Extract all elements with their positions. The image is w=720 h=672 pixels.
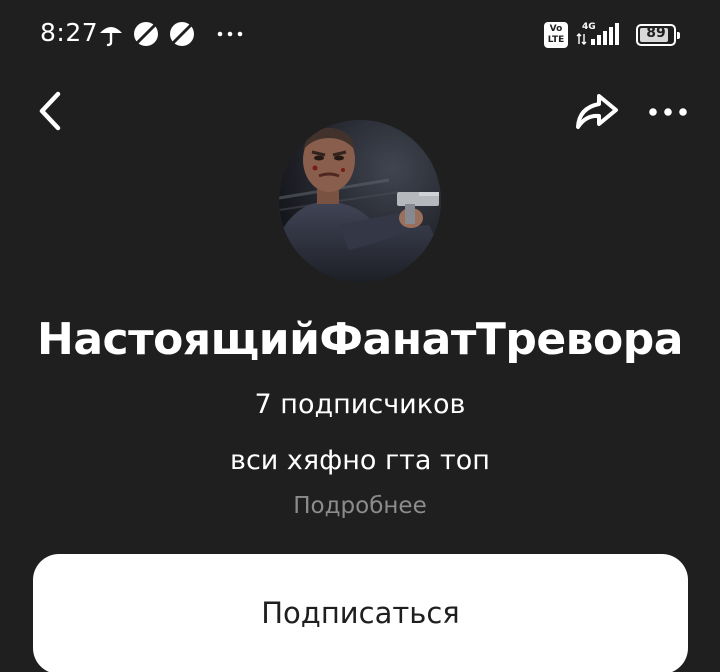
blocked-circle-icon bbox=[132, 20, 160, 48]
share-icon bbox=[576, 94, 618, 129]
share-button[interactable] bbox=[572, 86, 622, 136]
more-options-button[interactable] bbox=[644, 92, 694, 132]
chevron-left-icon bbox=[39, 91, 61, 131]
blocked-circle-icon bbox=[168, 20, 196, 48]
more-dots-icon bbox=[216, 29, 244, 39]
avatar bbox=[279, 120, 441, 282]
more-details-link[interactable]: Подробнее bbox=[0, 493, 720, 519]
volte-badge: Vo LTE bbox=[544, 22, 568, 48]
subscriber-count: 7 подписчиков bbox=[254, 389, 466, 420]
umbrella-icon bbox=[98, 21, 124, 47]
status-left-icons bbox=[98, 20, 244, 48]
more-dots-icon bbox=[649, 108, 687, 116]
channel-description: вси хяфно гта топ bbox=[230, 445, 490, 476]
network-type-label: 4G bbox=[582, 22, 596, 32]
channel-name: НастоящийФанатТревора bbox=[37, 314, 683, 365]
battery-tip bbox=[677, 32, 680, 39]
status-bar: 8:27 Vo LTE 4G 89 bbox=[0, 0, 720, 70]
subscribe-button[interactable]: Подписаться bbox=[33, 554, 688, 672]
status-right-icons: Vo LTE 4G 89 bbox=[544, 20, 680, 50]
battery-icon: 89 bbox=[636, 24, 680, 46]
channel-page: 8:27 Vo LTE 4G 89 НастоящийФанатТревора … bbox=[0, 0, 720, 672]
battery-level: 89 bbox=[646, 25, 666, 41]
signal-icon: 4G bbox=[576, 20, 624, 50]
back-button[interactable] bbox=[28, 86, 76, 136]
status-time: 8:27 bbox=[40, 18, 99, 47]
